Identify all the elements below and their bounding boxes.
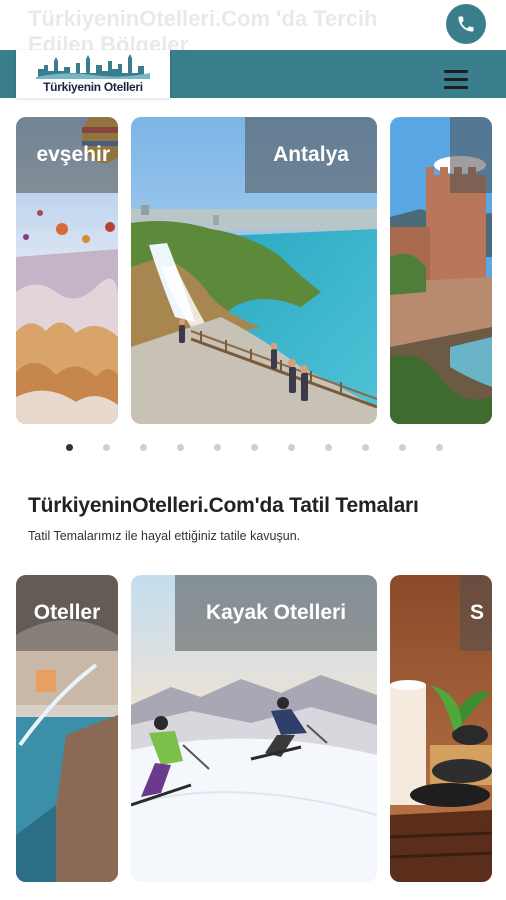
region-card-alanya[interactable]	[390, 117, 492, 424]
carousel-dot-8[interactable]	[325, 444, 332, 451]
carousel-dot-7[interactable]	[288, 444, 295, 451]
carousel-dot-10[interactable]	[399, 444, 406, 451]
carousel-dot-5[interactable]	[214, 444, 221, 451]
menu-button[interactable]	[441, 70, 471, 96]
city-skyline-logo-icon	[36, 54, 150, 79]
themes-section-subtitle: Tatil Temalarımız ile hayal ettiğiniz ta…	[28, 529, 301, 543]
carousel-dot-1[interactable]	[66, 444, 73, 451]
theme-card-label: Oteller	[16, 575, 118, 651]
themes-section-title: TürkiyeninOtelleri.Com'da Tatil Temaları	[28, 494, 419, 517]
call-button[interactable]	[446, 4, 486, 44]
region-card-label: evşehir	[16, 117, 118, 193]
logo-text: Türkiyenin Otelleri	[43, 80, 143, 94]
phone-icon	[458, 16, 474, 32]
theme-card-ski-hotels[interactable]: Kayak Otelleri	[131, 575, 377, 882]
carousel-dot-11[interactable]	[436, 444, 443, 451]
hamburger-menu-icon	[444, 70, 468, 73]
carousel-dot-4[interactable]	[177, 444, 184, 451]
region-card-antalya[interactable]: Antalya	[131, 117, 377, 424]
theme-card-label: S	[460, 575, 492, 651]
carousel-dot-6[interactable]	[251, 444, 258, 451]
theme-card-thermal-hotels[interactable]: Oteller	[16, 575, 118, 882]
carousel-dot-9[interactable]	[362, 444, 369, 451]
site-logo[interactable]: Türkiyenin Otelleri	[16, 50, 170, 98]
region-card-label	[450, 117, 492, 193]
carousel-dot-3[interactable]	[140, 444, 147, 451]
theme-card-label: Kayak Otelleri	[175, 575, 377, 651]
carousel-dot-2[interactable]	[103, 444, 110, 451]
region-card-nevsehir[interactable]: evşehir	[16, 117, 118, 424]
carousel-pagination	[0, 444, 506, 454]
region-card-label: Antalya	[245, 117, 377, 193]
theme-card-spa[interactable]: S	[390, 575, 492, 882]
